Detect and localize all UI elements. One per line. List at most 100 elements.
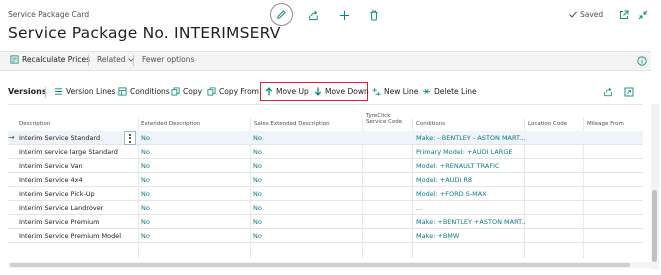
cell-conditions[interactable]: Model: +FORD S-MAX [416, 190, 526, 198]
cell-extended-description[interactable]: No [141, 176, 150, 184]
cell-conditions[interactable]: ... [416, 204, 526, 212]
new-line-action[interactable]: New Line [372, 87, 418, 96]
cell-description[interactable]: Interim Service Premium [19, 218, 129, 226]
recalculate-prices-action[interactable]: Recalculate Prices [10, 55, 90, 64]
copy-from-label: Copy From [219, 87, 259, 96]
column-header-conditions[interactable]: Conditions [416, 121, 445, 127]
row-menu-dot [129, 140, 131, 143]
row-menu-button[interactable] [124, 131, 136, 145]
column-header-extended-description[interactable]: Extended Description [141, 121, 200, 127]
cell-description[interactable]: Interim Service Pick-Up [19, 190, 129, 198]
cell-sales-extended-description[interactable]: No [253, 204, 262, 212]
collapse-button[interactable] [633, 5, 653, 25]
cell-conditions[interactable]: Primary Model: +AUDI LARGE [416, 148, 526, 156]
cell-description[interactable]: Interim Service 4x4 [19, 176, 129, 184]
table-row[interactable]: Interim Service 4x4 No No Model: +AUDI R… [8, 173, 643, 187]
move-down-label: Move Down [325, 87, 369, 96]
cell-conditions[interactable]: Make: +BMW [416, 232, 526, 240]
arrow-up-icon [265, 87, 273, 96]
table-row[interactable]: Interim service large Standard No No Pri… [8, 145, 643, 159]
column-header-tyreclick-line2: Service Code [366, 119, 403, 125]
row-menu-dot [129, 133, 131, 136]
table-row[interactable]: Interim Service Pick-Up No No Model: +FO… [8, 187, 643, 201]
move-down-action[interactable]: Move Down [314, 87, 369, 96]
related-label: Related [97, 55, 126, 64]
share-button[interactable] [303, 5, 323, 25]
action-separator [133, 55, 134, 66]
table-row[interactable]: Interim Service Van No No Model: +RENAUL… [8, 159, 643, 173]
recalculate-prices-label: Recalculate Prices [22, 55, 90, 64]
column-header-mileage-from[interactable]: Mileage From [587, 121, 624, 127]
cell-extended-description[interactable]: No [141, 204, 150, 212]
new-line-icon [372, 87, 381, 96]
column-header-sales-extended-description[interactable]: Sales Extended Description [254, 121, 330, 127]
row-menu-dot [129, 137, 131, 139]
delete-line-action[interactable]: Delete Line [422, 87, 477, 96]
open-subpage-button[interactable] [624, 87, 634, 97]
edit-button[interactable] [270, 3, 293, 26]
table-row[interactable]: → Interim Service Standard No No Make: -… [8, 131, 643, 145]
horizontal-scrollbar-thumb[interactable] [10, 263, 630, 267]
version-lines-action[interactable]: Version Lines [54, 87, 116, 96]
table-row[interactable]: Interim Service Premium No No Make: +BEN… [8, 215, 643, 229]
copy-from-action[interactable]: Copy From [207, 87, 259, 96]
version-lines-icon [54, 88, 63, 95]
page-caption: Service Package Card [8, 10, 90, 19]
cell-extended-description[interactable]: No [141, 134, 150, 142]
related-menu[interactable]: Related [97, 55, 135, 64]
plus-icon [339, 10, 349, 20]
cell-extended-description[interactable]: No [141, 232, 150, 240]
open-new-window-button[interactable] [614, 5, 634, 25]
page-title: Service Package No. INTERIMSERV [8, 24, 281, 42]
action-separator [88, 55, 89, 66]
move-up-action[interactable]: Move Up [265, 87, 309, 96]
cell-description[interactable]: Interim Service Premium Model [19, 232, 129, 240]
cell-sales-extended-description[interactable]: No [253, 218, 262, 226]
cell-conditions[interactable]: Model: +AUDI R8 [416, 176, 526, 184]
collapse-icon [638, 10, 648, 20]
vertical-scrollbar-thumb[interactable] [652, 190, 657, 262]
cell-extended-description[interactable]: No [141, 218, 150, 226]
cell-extended-description[interactable]: No [141, 190, 150, 198]
arrow-down-icon [314, 87, 322, 96]
copy-action[interactable]: Copy [171, 87, 202, 96]
cell-sales-extended-description[interactable]: No [253, 190, 262, 198]
table-row[interactable]: Interim Service Landrover No No ... [8, 201, 643, 215]
delete-record-button[interactable] [364, 5, 384, 25]
toolbar-separator [45, 87, 46, 98]
cell-sales-extended-description[interactable]: No [253, 134, 262, 142]
share-subpage-button[interactable] [603, 87, 613, 97]
column-header-location-code[interactable]: Location Code [528, 121, 567, 127]
current-row-arrow-icon: → [8, 133, 15, 142]
delete-line-label: Delete Line [434, 87, 477, 96]
cell-description[interactable]: Interim Service Standard [19, 134, 124, 142]
cell-description[interactable]: Interim Service Van [19, 162, 129, 170]
toolbar-divider [8, 104, 643, 105]
conditions-action[interactable]: Conditions [118, 87, 170, 96]
info-button[interactable] [637, 56, 647, 66]
column-header-tyreclick-service-code[interactable]: TyreClick Service Code [366, 113, 402, 125]
pencil-icon [277, 10, 286, 19]
cell-sales-extended-description[interactable]: No [253, 176, 262, 184]
cell-sales-extended-description[interactable]: No [253, 148, 262, 156]
cell-conditions[interactable]: Make: +BENTLEY +ASTON MART... [416, 218, 526, 226]
fewer-options-action[interactable]: Fewer options [142, 55, 194, 64]
share-icon [604, 87, 612, 97]
delete-line-icon [422, 88, 431, 95]
cell-description[interactable]: Interim Service Landrover [19, 204, 129, 212]
open-in-new-window-icon [620, 10, 629, 19]
cell-extended-description[interactable]: No [141, 148, 150, 156]
cell-sales-extended-description[interactable]: No [253, 232, 262, 240]
cell-sales-extended-description[interactable]: No [253, 162, 262, 170]
conditions-label: Conditions [130, 87, 170, 96]
cell-description[interactable]: Interim service large Standard [19, 148, 129, 156]
cell-extended-description[interactable]: No [141, 162, 150, 170]
cell-conditions[interactable]: Make: - BENTLEY - ASTON MART... [416, 134, 526, 142]
new-record-button[interactable] [334, 5, 354, 25]
column-header-description[interactable]: Description [19, 121, 50, 127]
copy-icon [171, 87, 180, 96]
table-row[interactable]: Interim Service Premium Model No No Make… [8, 229, 643, 243]
cell-conditions[interactable]: Model: +RENAULT TRAFIC [416, 162, 526, 170]
trash-icon [370, 9, 378, 21]
copy-label: Copy [183, 87, 203, 96]
